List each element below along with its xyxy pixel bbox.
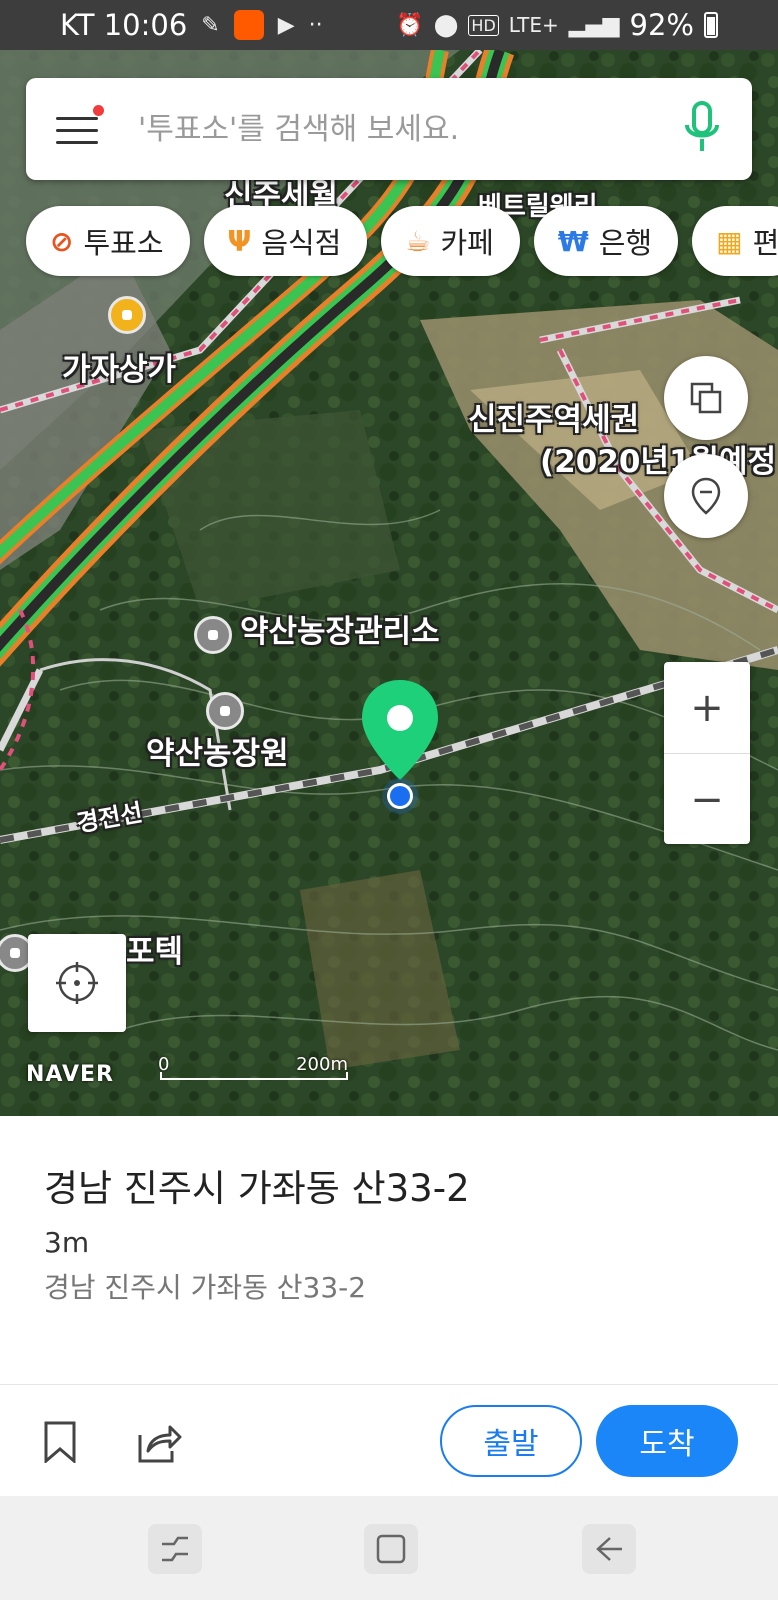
layers-button[interactable] xyxy=(664,356,748,440)
recent-apps-button[interactable] xyxy=(148,1524,202,1574)
chip-label: 음식점 xyxy=(261,226,342,260)
status-bar: KT 10:06 ✎ ▶ ·· ⏰ ⬤ HD LTE+ ▂▄▆ 92% xyxy=(0,0,778,50)
chip-label: 편 xyxy=(752,226,778,260)
app-notification-icon xyxy=(233,10,264,40)
zoom-in-button[interactable]: + xyxy=(664,662,750,754)
layers-icon xyxy=(690,382,722,414)
search-input[interactable] xyxy=(136,110,682,148)
location-icon: ⬤ xyxy=(433,12,459,38)
naver-logo: NAVER xyxy=(26,1062,114,1087)
system-nav-bar xyxy=(0,1496,778,1600)
chip-restaurant[interactable]: Ψ 음식점 xyxy=(203,206,368,276)
zoom-out-button[interactable]: − xyxy=(664,754,750,845)
place-poi-icon[interactable] xyxy=(194,616,232,654)
won-icon: ₩ xyxy=(557,224,589,258)
scale-bar xyxy=(160,1072,348,1080)
hd-icon: HD xyxy=(468,14,499,36)
chip-label: 투표소 xyxy=(83,226,164,260)
action-bar: 출발 도착 xyxy=(0,1384,778,1497)
location-pin-button[interactable] xyxy=(664,454,748,538)
shopping-poi-icon[interactable] xyxy=(108,296,146,334)
play-icon: ▶ xyxy=(277,12,295,38)
home-button[interactable] xyxy=(364,1524,418,1574)
alarm-icon: ⏰ xyxy=(396,12,424,38)
chip-label: 은행 xyxy=(598,226,653,260)
home-icon xyxy=(376,1534,406,1564)
current-location-button[interactable] xyxy=(28,934,126,1032)
battery-percent: 92% xyxy=(629,8,694,42)
fork-knife-icon: Ψ xyxy=(227,224,252,258)
map-label-yaksan-office: 약산농장관리소 xyxy=(240,614,440,650)
microphone-icon[interactable] xyxy=(682,99,722,159)
zoom-control: + − xyxy=(664,662,750,844)
category-chips: ⊘ 투표소 Ψ 음식점 ☕ 카페 ₩ 은행 ▦ 편 xyxy=(26,206,778,276)
place-title: 경남 진주시 가좌동 산33-2 xyxy=(44,1167,470,1210)
back-icon xyxy=(596,1537,622,1561)
map-label-gajasangga: 가자상가 xyxy=(62,352,177,388)
map-label-yaksan-farm: 약산농장원 xyxy=(146,736,289,772)
coffee-cup-icon: ☕ xyxy=(405,224,431,258)
place-address: 경남 진주시 가좌동 산33-2 xyxy=(44,1271,367,1304)
map-pin-icon xyxy=(691,477,721,515)
network-type: LTE+ xyxy=(508,13,559,37)
arrive-button[interactable]: 도착 xyxy=(596,1405,738,1477)
share-icon[interactable] xyxy=(136,1421,182,1463)
hamburger-menu-icon[interactable] xyxy=(56,105,104,147)
bookmark-icon[interactable] xyxy=(42,1421,78,1463)
place-distance: 3m xyxy=(44,1226,90,1259)
map-label-potek: 포텍 xyxy=(126,934,184,970)
more-notifications-icon: ·· xyxy=(308,12,323,38)
destination-pin-icon[interactable] xyxy=(358,676,442,816)
carrier-time: KT 10:06 xyxy=(60,8,188,42)
search-bar[interactable] xyxy=(26,78,752,180)
chip-vote[interactable]: ⊘ 투표소 xyxy=(26,206,190,276)
notification-dot xyxy=(93,105,104,116)
crosshair-icon xyxy=(56,962,98,1004)
vote-icon: ⊘ xyxy=(50,224,74,258)
map-scale: 0 200m xyxy=(158,1054,348,1084)
bandage-icon: ✎ xyxy=(201,12,220,38)
back-button[interactable] xyxy=(582,1524,636,1574)
signal-icon: ▂▄▆ xyxy=(568,12,620,38)
battery-icon xyxy=(704,12,718,38)
chip-cafe[interactable]: ☕ 카페 xyxy=(381,206,520,276)
recent-apps-icon xyxy=(162,1536,188,1562)
chip-bank[interactable]: ₩ 은행 xyxy=(533,206,679,276)
map-label-sinjin: 신진주역세권 xyxy=(468,402,640,438)
store-icon: ▦ xyxy=(716,224,743,258)
chip-label: 카페 xyxy=(440,226,494,260)
depart-button[interactable]: 출발 xyxy=(440,1405,582,1477)
place-info-panel[interactable]: 경남 진주시 가좌동 산33-2 3m 경남 진주시 가좌동 산33-2 xyxy=(0,1116,778,1384)
place-poi-icon[interactable] xyxy=(206,692,244,730)
chip-store[interactable]: ▦ 편 xyxy=(692,206,778,276)
